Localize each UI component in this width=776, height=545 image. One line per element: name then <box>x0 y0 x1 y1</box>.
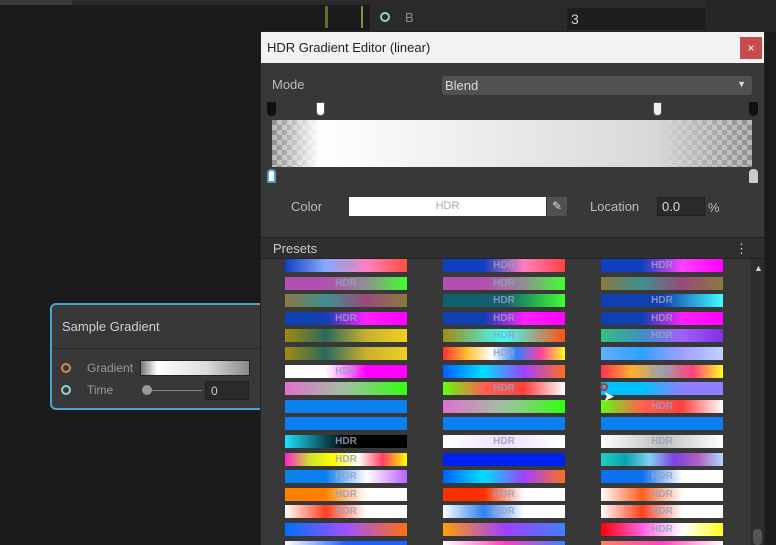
gradient-preset-swatch[interactable] <box>601 382 723 396</box>
time-slider-handle[interactable] <box>142 385 152 395</box>
connection-line <box>361 6 363 28</box>
gradient-preset-swatch[interactable]: HDR <box>285 487 407 501</box>
gradient-preset-swatch[interactable]: HDR <box>601 399 723 413</box>
presets-scrollbar[interactable]: ▲ <box>751 259 764 545</box>
gradient-preset-swatch[interactable]: HDR <box>443 505 565 519</box>
gradient-preset-swatch[interactable] <box>285 347 407 360</box>
inspector-row: B 3 <box>370 5 705 31</box>
window-title: HDR Gradient Editor (linear) <box>261 32 764 63</box>
gradient-preset-swatch[interactable]: HDR <box>285 259 407 272</box>
mode-label: Mode <box>272 77 305 92</box>
scroll-up-icon[interactable]: ▲ <box>754 263 763 273</box>
gradient-preset-swatch[interactable] <box>443 364 565 378</box>
time-value-field[interactable]: 0 <box>205 381 249 400</box>
gradient-preset-swatch[interactable]: HDR <box>601 329 723 343</box>
gradient-preset-swatch[interactable]: HDR <box>443 311 565 325</box>
advanced-tab[interactable] <box>0 0 72 5</box>
gradient-preset-swatch[interactable] <box>285 540 407 545</box>
port-icon[interactable] <box>61 385 71 395</box>
gradient-preset-swatch[interactable]: HDR <box>285 505 407 519</box>
alpha-key-handle[interactable] <box>653 102 662 116</box>
time-slider-track[interactable] <box>147 390 202 391</box>
gradient-preset-swatch[interactable]: HDR <box>443 259 565 272</box>
alpha-key-handle[interactable] <box>749 102 758 116</box>
alpha-key-handle[interactable] <box>316 102 325 116</box>
gradient-preset-swatch[interactable]: HDR <box>285 435 407 448</box>
gradient-preset-swatch[interactable]: HDR <box>443 382 565 396</box>
color-key-handle-selected[interactable] <box>267 169 276 183</box>
hdr-gradient-editor-window: HDR Gradient Editor (linear) × Mode Blen… <box>260 31 765 545</box>
gradient-preset-swatch[interactable]: HDR <box>601 487 723 501</box>
port-icon[interactable] <box>380 12 390 22</box>
gradient-preset-swatch[interactable] <box>285 523 407 536</box>
right-panel <box>705 0 776 32</box>
gradient-preset-swatch[interactable] <box>601 540 723 545</box>
gradient-preset-swatch[interactable]: HDR <box>285 452 407 466</box>
gradient-preset-swatch[interactable]: HDR <box>443 347 565 360</box>
gradient-preset-swatch[interactable] <box>601 276 723 290</box>
gradient-preset-swatch[interactable]: HDR <box>601 311 723 325</box>
sample-gradient-node[interactable]: Sample Gradient Gradient Time 0 <box>50 303 280 410</box>
time-input-row: Time 0 <box>52 381 278 401</box>
gradient-preset-swatch[interactable]: HDR <box>443 329 565 343</box>
gradient-preset-swatch[interactable]: HDR <box>601 364 723 378</box>
gradient-preset-swatch[interactable]: HDR <box>601 470 723 484</box>
mode-dropdown[interactable]: Blend ▼ <box>442 76 752 95</box>
port-icon[interactable] <box>61 363 71 373</box>
gradient-preset-swatch[interactable] <box>443 540 565 545</box>
gradient-preset-swatch[interactable]: HDR <box>443 487 565 501</box>
gradient-preview-bar[interactable] <box>272 120 752 167</box>
gradient-preset-swatch[interactable]: HDR <box>443 276 565 290</box>
gradient-preset-swatch[interactable] <box>601 452 723 466</box>
presets-label: Presets <box>273 241 318 256</box>
gradient-field[interactable] <box>140 360 250 376</box>
eyedropper-icon[interactable]: ✎ <box>547 197 567 216</box>
location-label: Location <box>590 199 640 214</box>
gradient-preset-swatch[interactable]: HDR <box>601 294 723 308</box>
connection-line <box>325 6 328 28</box>
gradient-preset-swatch[interactable] <box>601 417 723 431</box>
input-label: Gradient <box>87 361 134 375</box>
gradient-preset-swatch[interactable]: HDR <box>443 294 565 308</box>
gradient-preset-swatch[interactable] <box>285 294 407 308</box>
alpha-key-handle[interactable] <box>267 102 276 116</box>
gradient-preset-swatch[interactable] <box>285 382 407 396</box>
mouse-cursor-icon: ➤ <box>603 388 615 404</box>
gradient-preset-swatch[interactable] <box>443 417 565 431</box>
gradient-preset-swatch[interactable]: HDR <box>285 276 407 290</box>
value-field[interactable]: 3 <box>567 8 705 30</box>
presets-header: Presets ⋮ <box>261 237 764 259</box>
port-label: B <box>405 10 414 25</box>
color-key-handle[interactable] <box>749 169 758 183</box>
gradient-preset-swatch[interactable] <box>443 452 565 466</box>
gradient-preset-swatch[interactable]: HDR <box>601 435 723 448</box>
color-label: Color <box>291 199 323 214</box>
gradient-input-row: Gradient <box>52 359 278 379</box>
gradient-preset-swatch[interactable]: HDR <box>285 364 407 378</box>
scrollbar-thumb[interactable] <box>753 529 762 545</box>
gradient-preset-swatch[interactable]: HDR <box>285 311 407 325</box>
input-label: Time <box>87 383 114 397</box>
location-unit: % <box>708 200 720 215</box>
presets-grid: HDR HDR HDR HDR HDR HDR HDR HDR HDR HDR HDR HDR HDR H… <box>261 259 751 545</box>
gradient-preset-swatch[interactable] <box>443 523 565 536</box>
gradient-preset-swatch[interactable] <box>601 347 723 360</box>
close-button[interactable]: × <box>740 37 762 59</box>
gradient-preset-swatch[interactable]: HDR <box>285 470 407 484</box>
location-field[interactable]: 0.0 <box>657 197 705 216</box>
gradient-preset-swatch[interactable] <box>443 470 565 484</box>
hdr-color-field[interactable]: HDR <box>349 197 546 216</box>
gradient-preset-swatch[interactable]: HDR <box>601 259 723 272</box>
mode-value: Blend <box>445 78 479 93</box>
gradient-preset-swatch[interactable] <box>285 329 407 343</box>
gradient-preset-swatch[interactable]: HDR <box>601 523 723 536</box>
gradient-preset-swatch[interactable]: HDR <box>443 435 565 448</box>
gradient-preset-swatch[interactable]: HDR <box>601 505 723 519</box>
gradient-preset-swatch[interactable] <box>285 399 407 413</box>
chevron-down-icon: ▼ <box>737 79 746 89</box>
gradient-preset-swatch[interactable] <box>443 399 565 413</box>
more-options-icon[interactable]: ⋮ <box>735 241 748 257</box>
gradient-preset-swatch[interactable] <box>285 417 407 431</box>
node-title: Sample Gradient <box>52 305 278 349</box>
